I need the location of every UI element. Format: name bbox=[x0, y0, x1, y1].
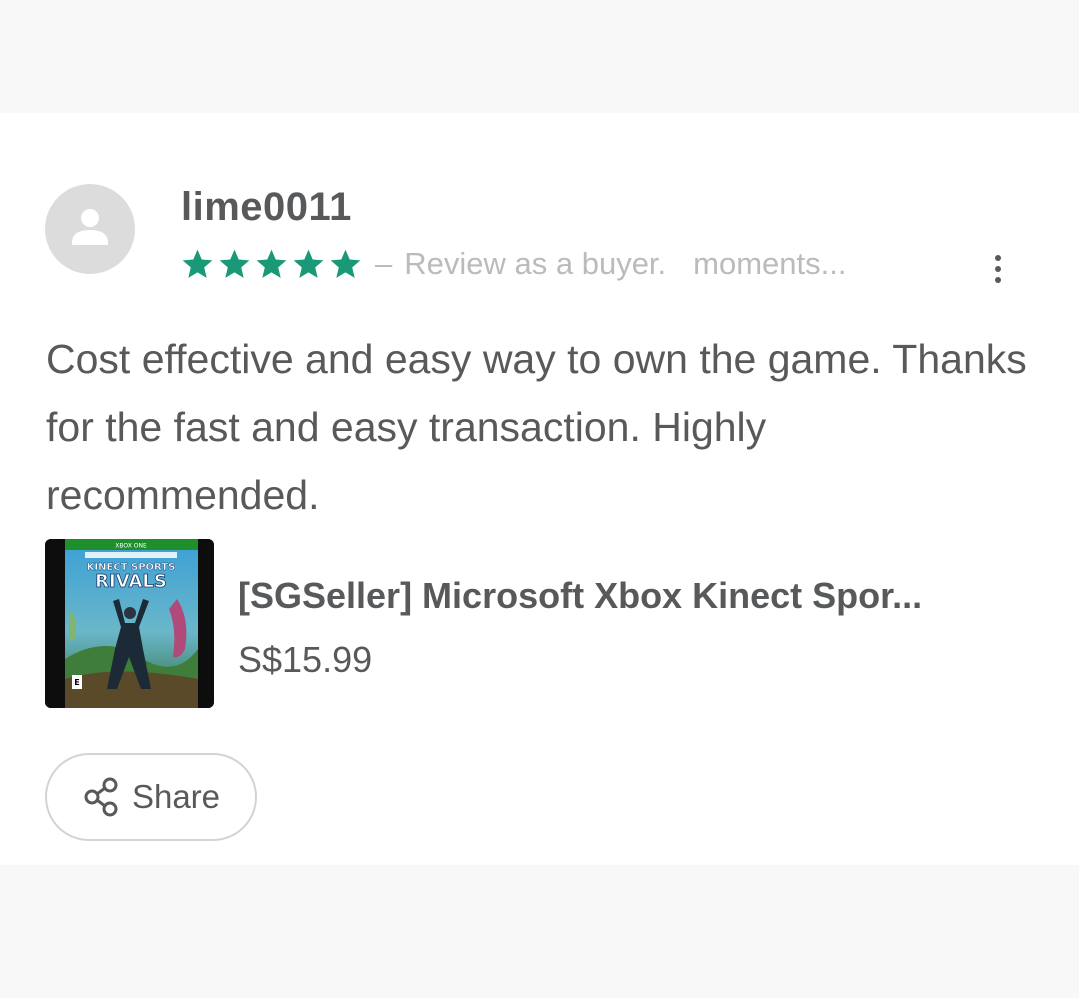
more-vertical-icon bbox=[995, 255, 1001, 261]
cover-title: RIVALS bbox=[95, 571, 167, 592]
star-icon bbox=[293, 249, 324, 278]
share-icon bbox=[84, 777, 118, 817]
product-title: [SGSeller] Microsoft Xbox Kinect Spor... bbox=[238, 575, 923, 616]
star-icon bbox=[256, 249, 287, 278]
reviewer-username: lime0011 bbox=[181, 185, 352, 229]
game-cover-image: XBOX ONE KINECT SPORTS RIVALS E bbox=[45, 539, 214, 708]
more-vertical-icon bbox=[995, 266, 1001, 272]
review-text: Cost effective and easy way to own the g… bbox=[46, 336, 1027, 518]
product-thumbnail: XBOX ONE KINECT SPORTS RIVALS E bbox=[45, 539, 214, 708]
review-role: Review as a buyer. bbox=[404, 246, 667, 281]
star-rating bbox=[180, 247, 363, 282]
review-time: moments... bbox=[693, 246, 847, 281]
star-icon bbox=[219, 249, 250, 278]
svg-text:E: E bbox=[74, 678, 79, 687]
avatar[interactable] bbox=[45, 184, 135, 274]
cover-platform: XBOX ONE bbox=[115, 543, 147, 550]
more-vertical-icon bbox=[995, 277, 1001, 283]
star-icon bbox=[330, 249, 361, 278]
product-link[interactable]: XBOX ONE KINECT SPORTS RIVALS E [SGSelle… bbox=[45, 539, 1035, 709]
star-icon bbox=[182, 249, 213, 278]
user-icon bbox=[72, 209, 108, 245]
more-options-button[interactable] bbox=[984, 247, 1012, 291]
share-button[interactable]: Share bbox=[45, 753, 257, 841]
share-label: Share bbox=[131, 778, 221, 815]
review-card: lime0011 – Review as a buyer. moments...… bbox=[0, 113, 1079, 865]
product-price: S$15.99 bbox=[238, 639, 373, 680]
review-meta: – Review as a buyer. moments... bbox=[180, 244, 847, 284]
meta-separator: – bbox=[375, 246, 393, 281]
